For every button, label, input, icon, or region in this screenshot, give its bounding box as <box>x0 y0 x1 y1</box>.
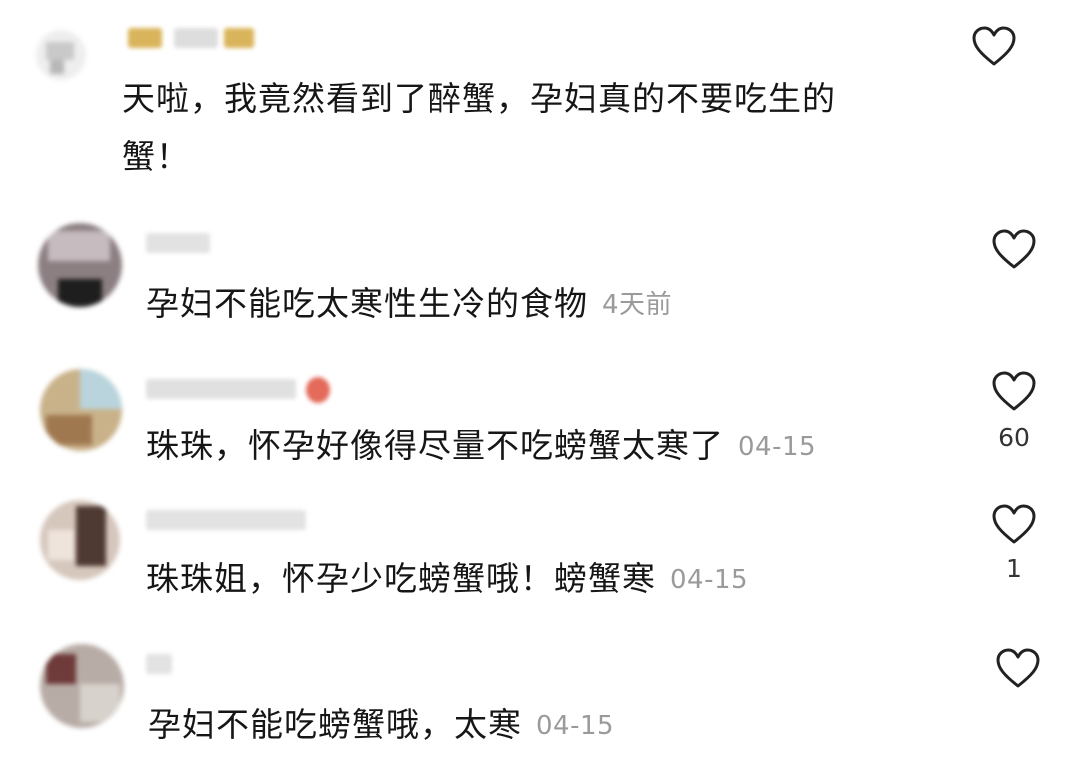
comment-text-line: 孕妇不能吃螃蟹哦，太寒 <box>148 705 522 744</box>
comment-text-line: 孕妇不能吃太寒性生冷的食物 <box>146 284 588 323</box>
comment-text: 珠珠，怀孕好像得尽量不吃螃蟹太寒了 04-15 <box>146 419 816 474</box>
username[interactable] <box>146 648 186 678</box>
comment-item: 珠珠，怀孕好像得尽量不吃螃蟹太寒了 04-15 60 <box>0 365 1080 485</box>
like-button[interactable] <box>994 646 1042 690</box>
username[interactable] <box>146 504 316 534</box>
comment-text: 蟹！ <box>122 130 190 184</box>
like-button[interactable] <box>970 24 1018 68</box>
username[interactable] <box>146 227 216 257</box>
avatar[interactable] <box>40 644 124 728</box>
like-count: 1 <box>1006 554 1022 583</box>
like-button[interactable] <box>990 227 1038 271</box>
timestamp: 04-15 <box>536 711 615 741</box>
timestamp: 4天前 <box>602 290 673 320</box>
timestamp: 04-15 <box>670 565 749 595</box>
avatar[interactable] <box>36 30 86 80</box>
comment-text-line: 天啦，我竟然看到了醉蟹，孕妇真的不要吃生的 <box>122 79 836 118</box>
comment-text: 珠珠姐，怀孕少吃螃蟹哦！螃蟹寒 04-15 <box>146 552 748 607</box>
heart-outline-icon <box>992 504 1036 544</box>
comment-item: 孕妇不能吃螃蟹哦，太寒 04-15 <box>0 640 1080 768</box>
comment-text: 天啦，我竟然看到了醉蟹，孕妇真的不要吃生的 <box>122 72 836 126</box>
comment-item: 珠珠姐，怀孕少吃螃蟹哦！螃蟹寒 04-15 1 <box>0 498 1080 618</box>
like-button[interactable] <box>990 369 1038 413</box>
username[interactable] <box>146 373 356 403</box>
avatar[interactable] <box>40 500 120 580</box>
avatar[interactable] <box>40 369 122 451</box>
comment-text-line: 珠珠，怀孕好像得尽量不吃螃蟹太寒了 <box>146 426 724 465</box>
comment-item: 天啦，我竟然看到了醉蟹，孕妇真的不要吃生的 蟹！ <box>0 0 1080 200</box>
heart-outline-icon <box>992 229 1036 269</box>
heart-outline-icon <box>996 648 1040 688</box>
comment-item: 孕妇不能吃太寒性生冷的食物 4天前 <box>0 215 1080 345</box>
timestamp: 04-15 <box>738 432 817 462</box>
like-count: 60 <box>998 423 1030 452</box>
comment-text: 孕妇不能吃太寒性生冷的食物 4天前 <box>146 277 672 332</box>
avatar[interactable] <box>38 223 122 307</box>
comment-text-line: 蟹！ <box>122 137 190 176</box>
comment-text: 孕妇不能吃螃蟹哦，太寒 04-15 <box>148 698 614 753</box>
username[interactable] <box>128 22 258 52</box>
like-button[interactable] <box>990 502 1038 546</box>
heart-outline-icon <box>992 371 1036 411</box>
comment-text-line: 珠珠姐，怀孕少吃螃蟹哦！螃蟹寒 <box>146 559 656 598</box>
heart-outline-icon <box>972 26 1016 66</box>
